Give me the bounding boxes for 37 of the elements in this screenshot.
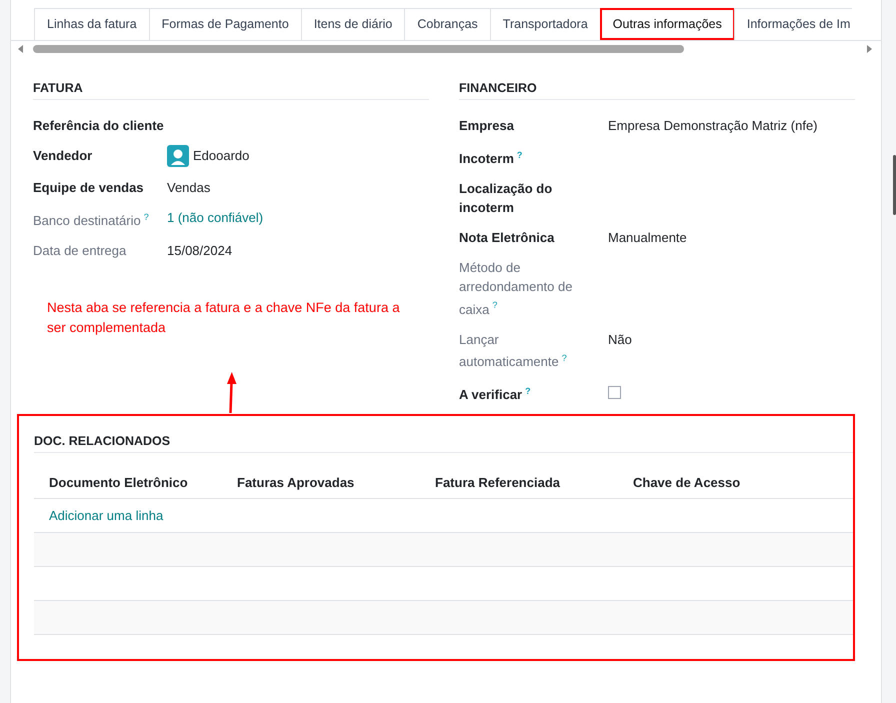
annotation-text: Nesta aba se referencia a fatura e a chave NFe da fatura a ser complementada: [47, 299, 401, 338]
field-label: Lançar automaticamente $^{?}$: [459, 332, 567, 369]
scroll-left-icon[interactable]: [17, 45, 25, 53]
field-label: Banco destinatário $^{?}$: [33, 213, 149, 228]
group-title: FINANCEIRO: [459, 81, 855, 100]
field-value: Não: [608, 330, 632, 349]
field-label: Equipe de vendas: [33, 180, 144, 195]
field-label: Data de entrega: [33, 243, 126, 258]
group-title: FATURA: [33, 81, 429, 100]
add-line-link[interactable]: Adicionar uma linha: [49, 508, 164, 524]
checkbox[interactable]: [608, 386, 621, 399]
field-value[interactable]: Edooardo: [193, 146, 250, 165]
field-label: Localização do incoterm: [459, 181, 552, 216]
field-label: Incoterm $^{?}$: [459, 151, 522, 166]
field-value: Vendas: [167, 179, 210, 197]
column-header[interactable]: Documento Eletrônico: [49, 475, 237, 490]
tab[interactable]: Informações de Im: [734, 8, 852, 40]
tab[interactable]: Linhas da fatura: [34, 8, 150, 40]
scrollbar-thumb[interactable]: [33, 45, 684, 53]
column-header[interactable]: Faturas Aprovadas: [237, 475, 435, 490]
field-label: Empresa: [459, 118, 514, 133]
field-label: Método de arredondamento de caixa $^{?}$: [459, 260, 572, 317]
field-value: Empresa Demonstração Matriz (nfe): [608, 117, 818, 135]
tab[interactable]: Outras informações: [600, 8, 735, 40]
field-value: 15/08/2024: [167, 242, 232, 260]
field-link[interactable]: 1 (não confiável): [167, 208, 264, 227]
avatar-icon: [167, 145, 189, 167]
field-label: A verificar $^{?}$: [459, 387, 531, 402]
column-header[interactable]: Fatura Referenciada: [435, 475, 633, 490]
section-title: DOC. RELACIONADOS: [34, 434, 853, 454]
field-label: Nota Eletrônica: [459, 230, 554, 246]
scroll-right-icon[interactable]: [865, 45, 873, 53]
field-label: Vendedor: [33, 148, 92, 163]
field-value: Manualmente: [608, 229, 687, 248]
column-header[interactable]: Chave de Acesso: [633, 475, 853, 490]
scrollbar-thumb[interactable]: [893, 155, 896, 215]
field-label: Referência do cliente: [33, 118, 164, 133]
